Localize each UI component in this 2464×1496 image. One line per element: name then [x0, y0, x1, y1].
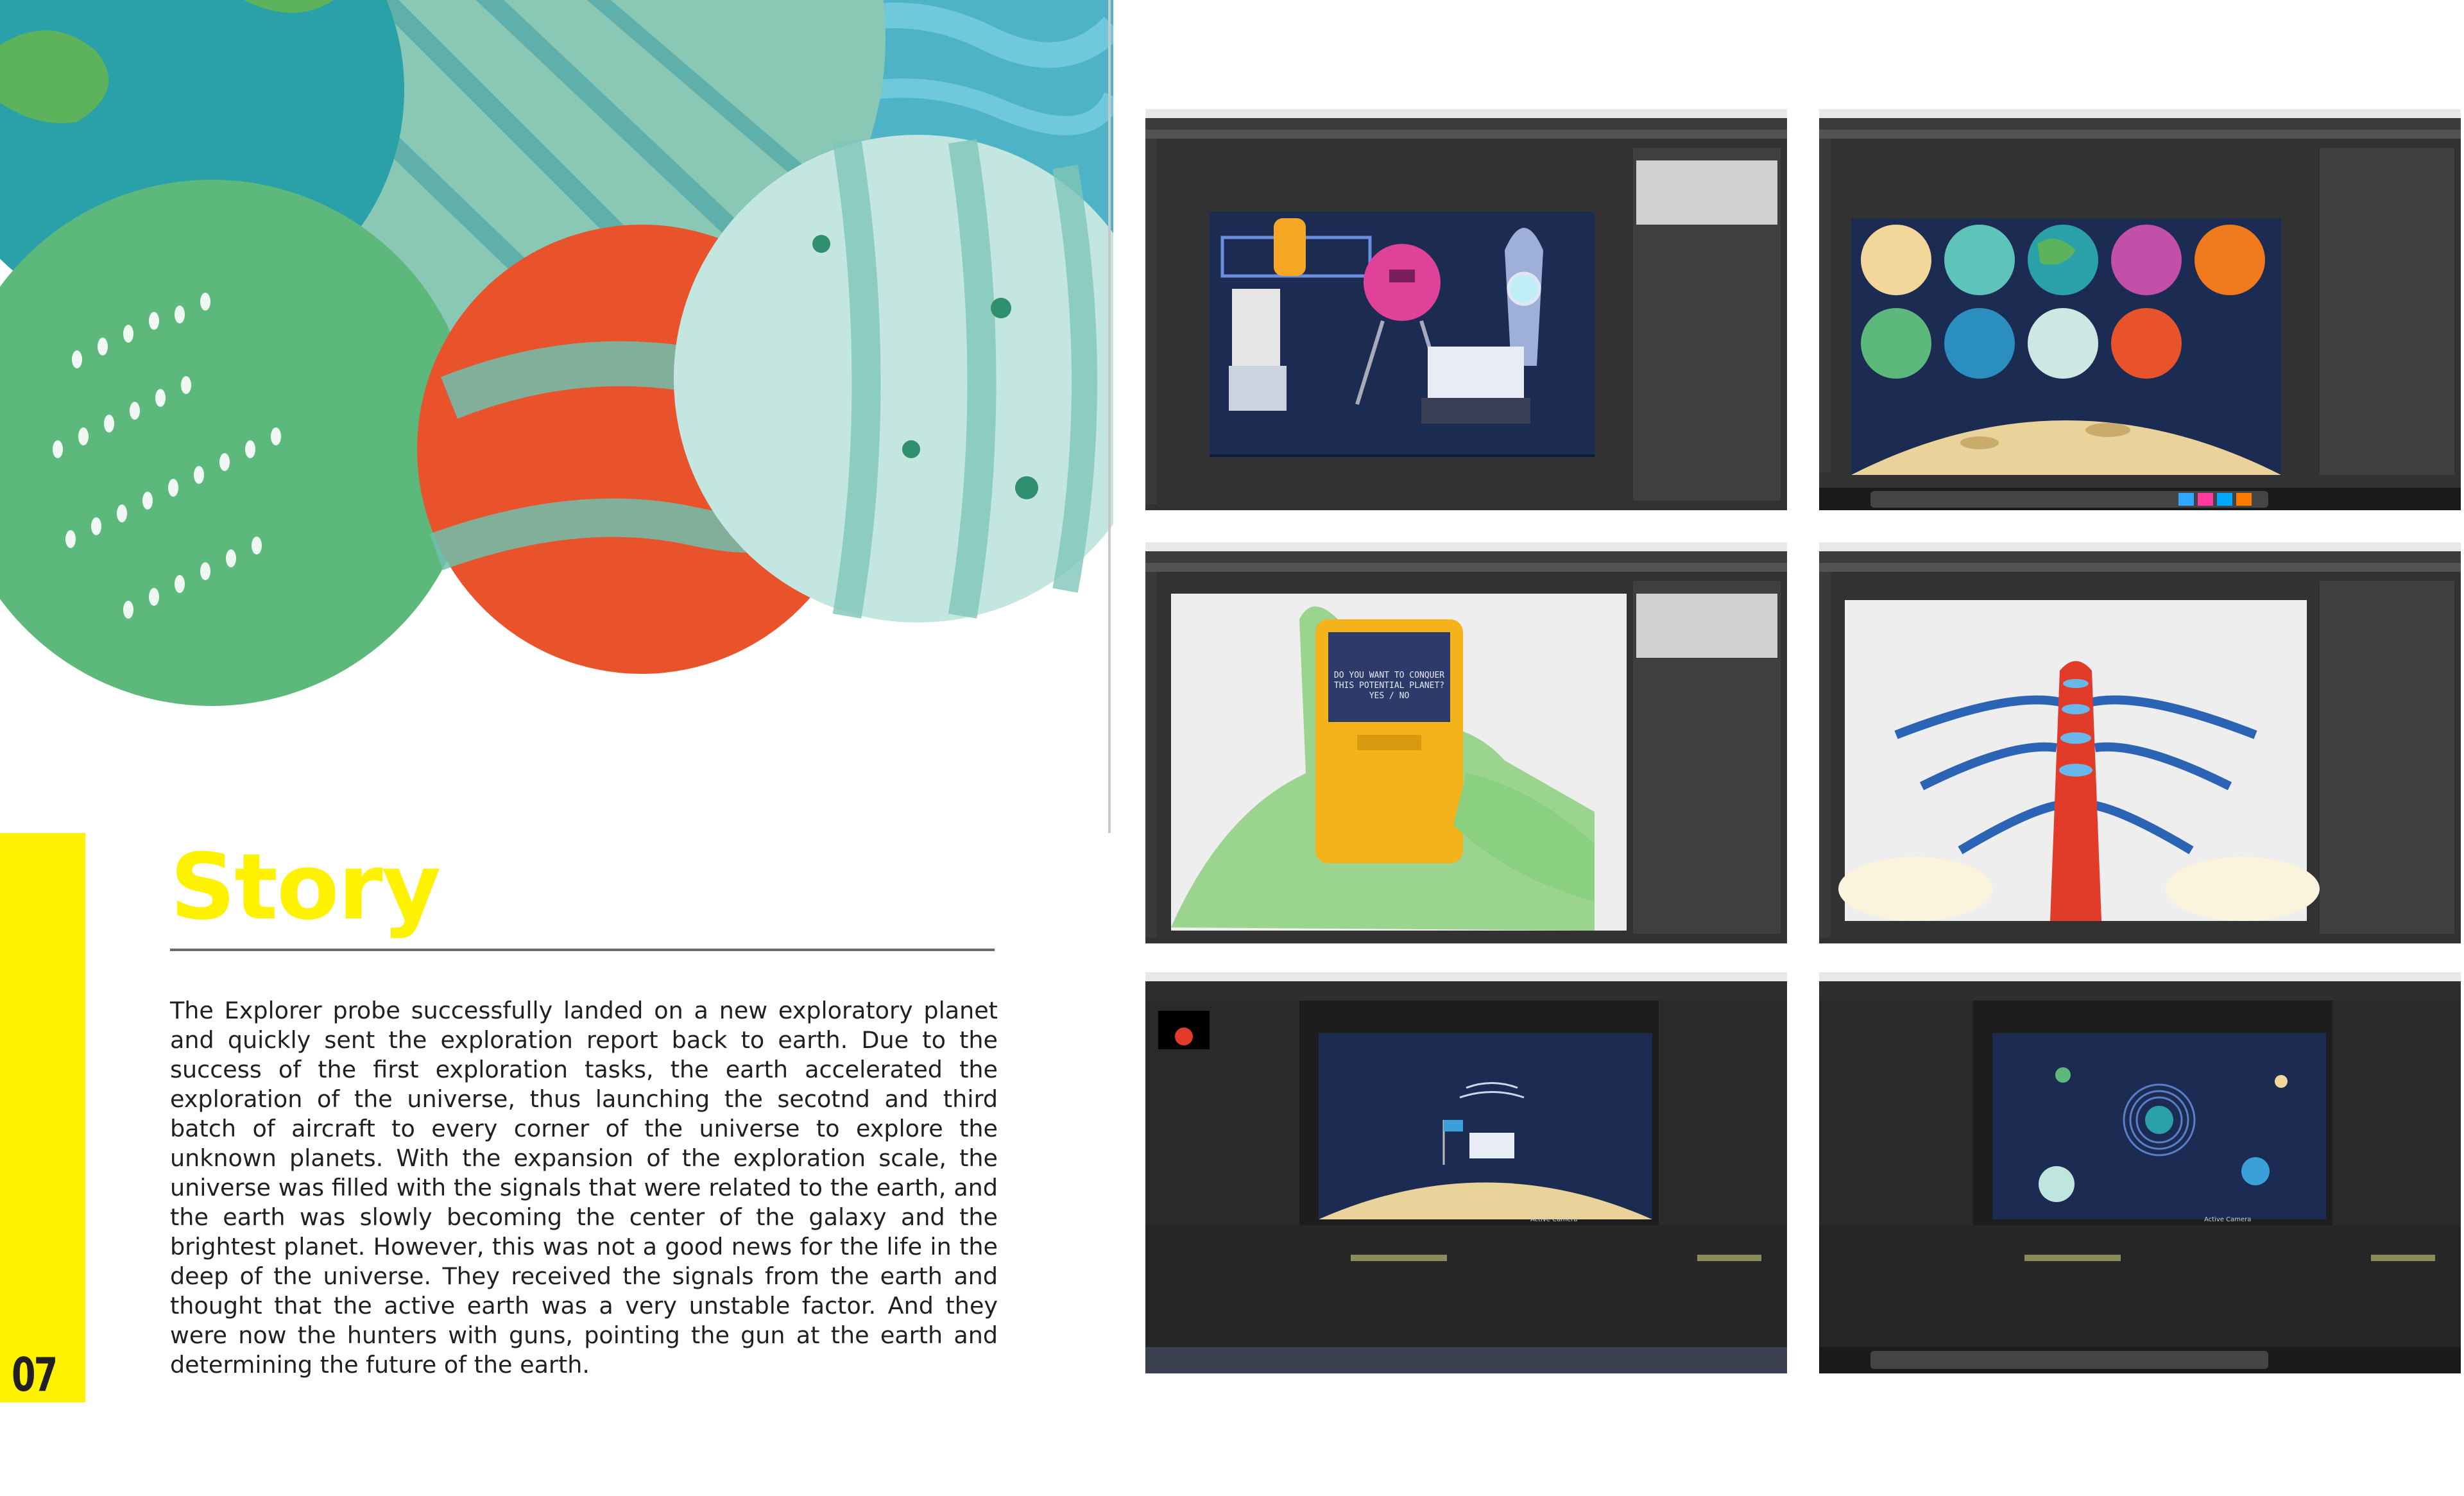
screenshot-aftereffects-solar-system: Active Camera [1819, 972, 2461, 1373]
screenshot-photoshop-probe [1145, 109, 1787, 510]
screenshot-photoshop-rocket [1819, 542, 2461, 943]
screenshot-photoshop-planets [1819, 109, 2461, 510]
story-body: The Explorer probe successfully landed o… [170, 997, 998, 1379]
page-number: 07 [12, 1348, 58, 1402]
planets-illustration [0, 0, 1113, 706]
device-prompt-line3: YES / NO [1369, 691, 1410, 701]
page-number-bar [0, 833, 85, 1402]
screenshot-aftereffects-lander: Active Camera [1145, 972, 1787, 1373]
page-title: Story [170, 834, 441, 940]
active-camera-label: Active Camera [2204, 1216, 2252, 1223]
device-prompt-line2: THIS POTENTIAL PLANET? [1333, 681, 1445, 691]
active-camera-label: Active Camera [1530, 1216, 1578, 1223]
device-prompt-line1: DO YOU WANT TO CONQUER [1333, 671, 1445, 680]
screenshot-photoshop-device: DO YOU WANT TO CONQUER THIS POTENTIAL PL… [1145, 542, 1787, 943]
page-gutter [1108, 0, 1111, 833]
title-divider [170, 949, 995, 951]
